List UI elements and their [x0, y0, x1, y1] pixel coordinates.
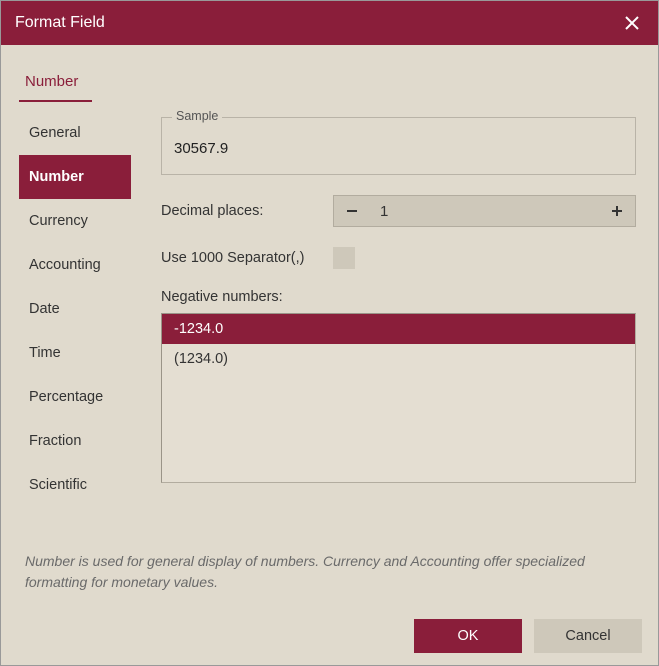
sample-box: Sample 30567.9 — [161, 117, 636, 175]
titlebar: Format Field — [1, 1, 658, 45]
decimal-places-stepper[interactable]: 1 — [333, 195, 636, 227]
sidebar-item-currency[interactable]: Currency — [19, 199, 131, 243]
decimal-places-label: Decimal places: — [161, 203, 317, 219]
tab-number[interactable]: Number — [19, 63, 92, 102]
sidebar-item-percentage[interactable]: Percentage — [19, 375, 131, 419]
negative-option[interactable]: (1234.0) — [162, 344, 635, 374]
thousand-separator-label: Use 1000 Separator(,) — [161, 250, 317, 266]
tabstrip: Number — [19, 63, 640, 103]
decimal-places-row: Decimal places: 1 — [161, 195, 636, 227]
thousand-separator-row: Use 1000 Separator(,) — [161, 247, 636, 269]
thousand-separator-checkbox[interactable] — [333, 247, 355, 269]
content-area: General Number Currency Accounting Date … — [19, 111, 640, 533]
dialog-footer: OK Cancel — [1, 607, 658, 665]
sidebar-item-scientific[interactable]: Scientific — [19, 463, 131, 507]
negative-numbers-label: Negative numbers: — [161, 289, 636, 305]
close-icon — [624, 15, 640, 31]
decimal-places-value: 1 — [370, 196, 599, 226]
category-sidebar: General Number Currency Accounting Date … — [19, 111, 131, 533]
format-field-dialog: Format Field Number General Number Curre… — [0, 0, 659, 666]
decimal-decrement-button[interactable] — [334, 196, 370, 226]
decimal-increment-button[interactable] — [599, 196, 635, 226]
sidebar-item-fraction[interactable]: Fraction — [19, 419, 131, 463]
sidebar-item-date[interactable]: Date — [19, 287, 131, 331]
sidebar-item-number[interactable]: Number — [19, 155, 131, 199]
dialog-body: Number General Number Currency Accountin… — [1, 45, 658, 607]
plus-icon — [611, 205, 623, 217]
settings-pane: Sample 30567.9 Decimal places: 1 — [161, 111, 640, 533]
close-button[interactable] — [620, 11, 644, 35]
sidebar-item-accounting[interactable]: Accounting — [19, 243, 131, 287]
negative-numbers-list[interactable]: -1234.0 (1234.0) — [161, 313, 636, 483]
minus-icon — [346, 205, 358, 217]
negative-option[interactable]: -1234.0 — [162, 314, 635, 344]
sample-value: 30567.9 — [174, 140, 228, 157]
sample-label: Sample — [172, 111, 222, 123]
cancel-button[interactable]: Cancel — [534, 619, 642, 653]
ok-button[interactable]: OK — [414, 619, 522, 653]
dialog-title: Format Field — [15, 14, 105, 32]
sidebar-item-general[interactable]: General — [19, 111, 131, 155]
sidebar-item-time[interactable]: Time — [19, 331, 131, 375]
format-description: Number is used for general display of nu… — [19, 533, 640, 607]
